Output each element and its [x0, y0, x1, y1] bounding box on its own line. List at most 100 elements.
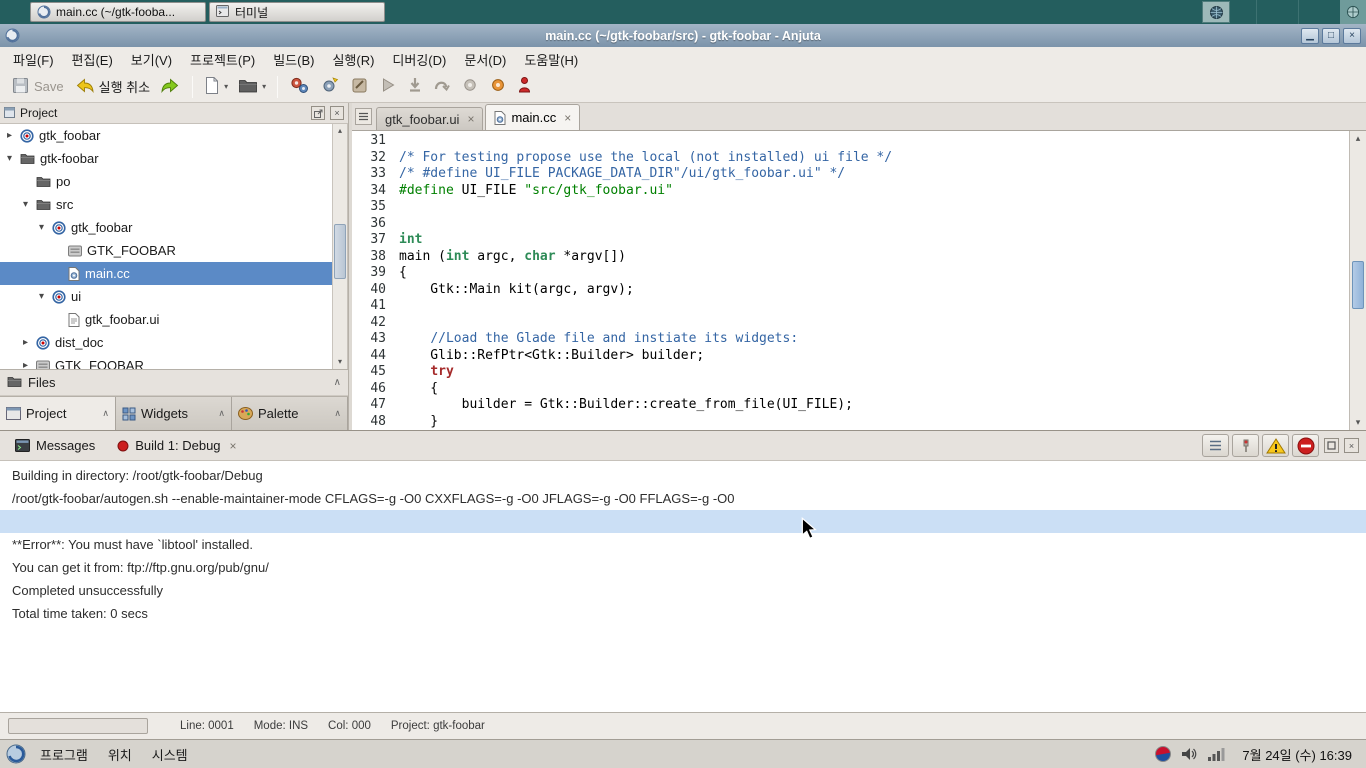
code-line[interactable]: 42	[352, 315, 1366, 332]
message-row[interactable]: Total time taken: 0 secs	[0, 602, 1366, 625]
message-row[interactable]: /root/gtk-foobar/autogen.sh --enable-mai…	[0, 487, 1366, 510]
scroll-up-icon[interactable]: ▴	[1350, 131, 1366, 146]
scrollbar-thumb[interactable]	[1352, 261, 1364, 309]
pane-tab[interactable]: Messages	[7, 435, 103, 456]
code-line[interactable]: 48 }	[352, 414, 1366, 431]
korean-input-indicator-icon[interactable]	[1155, 746, 1172, 762]
code-line[interactable]: 41	[352, 298, 1366, 315]
expander-collapsed-icon[interactable]: ▸	[20, 360, 31, 369]
step-into-button[interactable]	[402, 73, 428, 100]
tray-network-icon[interactable]	[1340, 0, 1366, 24]
tab-close-icon[interactable]: ×	[564, 111, 571, 125]
code-line[interactable]: 38 main (int argc, char *argv[])	[352, 249, 1366, 266]
code-line[interactable]: 47 builder = Gtk::Builder::create_from_f…	[352, 397, 1366, 414]
applications-menu-icon[interactable]	[6, 744, 26, 764]
menubar-item[interactable]: 실행(R)	[323, 47, 383, 72]
expander-collapsed-icon[interactable]: ▸	[20, 337, 31, 348]
editor-tab[interactable]: main.cc ×	[485, 104, 581, 130]
pane-detach-button[interactable]	[1324, 438, 1339, 453]
tab-list-button[interactable]	[355, 108, 372, 125]
panel-tab[interactable]: Widgets ∧	[116, 397, 232, 430]
tree-item[interactable]: ▸ GTK_FOOBAR	[0, 354, 347, 369]
code-line[interactable]: 35	[352, 199, 1366, 216]
code-line[interactable]: 33 /* #define UI_FILE PACKAGE_DATA_DIR"/u…	[352, 166, 1366, 183]
expander-expanded-icon[interactable]: ▾	[36, 291, 47, 302]
panel-tab[interactable]: Palette ∧	[232, 397, 348, 430]
tree-item[interactable]: ▾ ui	[0, 285, 347, 308]
code-line[interactable]: 36	[352, 216, 1366, 233]
code-line[interactable]: 34 #define UI_FILE "src/gtk_foobar.ui"	[352, 183, 1366, 200]
menubar-item[interactable]: 디버깅(D)	[383, 47, 455, 72]
pane-tab[interactable]: Build 1: Debug ×	[109, 435, 244, 456]
tree-item[interactable]: ▸ gtk_foobar	[0, 124, 347, 147]
menubar-item[interactable]: 도움말(H)	[515, 47, 587, 72]
open-file-button[interactable]: ▾	[233, 74, 271, 100]
menubar-item[interactable]: 프로젝트(P)	[181, 47, 264, 72]
tree-item[interactable]: GTK_FOOBAR	[0, 239, 347, 262]
message-row[interactable]: **Error**: You must have `libtool' insta…	[0, 533, 1366, 556]
message-row[interactable]: Building in directory: /root/gtk-foobar/…	[0, 464, 1366, 487]
errors-filter-button[interactable]	[1292, 434, 1319, 457]
clock[interactable]: 7월 24일 (수) 16:39	[1242, 745, 1352, 764]
tree-item[interactable]: gtk_foobar.ui	[0, 308, 347, 331]
code-line[interactable]: 31	[352, 133, 1366, 150]
expander-expanded-icon[interactable]: ▾	[20, 199, 31, 210]
message-view-button[interactable]	[1202, 434, 1229, 457]
menubar-item[interactable]: 문서(D)	[455, 47, 515, 72]
files-section-header[interactable]: Files ∧	[0, 369, 348, 396]
code-line[interactable]: 37 int	[352, 232, 1366, 249]
expander-collapsed-icon[interactable]: ▸	[4, 130, 15, 141]
menubar-item[interactable]: 편집(E)	[63, 47, 122, 72]
desktop-menu-item[interactable]: 프로그램	[30, 745, 98, 764]
step-over-button[interactable]	[428, 74, 456, 99]
close-button[interactable]: ×	[1343, 27, 1361, 44]
desktop-menu-item[interactable]: 위치	[98, 745, 142, 764]
taskbar-window-button[interactable]: 터미널	[209, 2, 385, 22]
menubar-item[interactable]: 보기(V)	[122, 47, 181, 72]
redo-button[interactable]	[155, 73, 186, 101]
undo-button[interactable]: 실행 취소	[69, 73, 155, 101]
editor-scrollbar[interactable]: ▴ ▾	[1349, 131, 1366, 430]
code-line[interactable]: 43 //Load the Glade file and instiate it…	[352, 331, 1366, 348]
scroll-up-icon[interactable]: ▴	[333, 124, 347, 138]
volume-icon[interactable]	[1180, 746, 1198, 762]
pin-message-button[interactable]	[1232, 434, 1259, 457]
pane-close-button[interactable]: ×	[330, 106, 344, 120]
tree-item[interactable]: ▾ src	[0, 193, 347, 216]
pane-detach-button[interactable]	[311, 106, 325, 120]
tree-item[interactable]: ▾ gtk_foobar	[0, 216, 347, 239]
clean-button[interactable]	[345, 73, 374, 101]
code-line[interactable]: 44 Glib::RefPtr<Gtk::Builder> builder;	[352, 348, 1366, 365]
save-button[interactable]: Save	[6, 73, 69, 101]
build-button[interactable]	[284, 73, 315, 101]
new-file-button[interactable]: ▾	[199, 73, 233, 101]
project-tree-scrollbar[interactable]: ▴ ▾	[332, 124, 347, 369]
tree-item[interactable]: main.cc	[0, 262, 347, 285]
rebuild-button[interactable]	[315, 73, 345, 101]
code-line[interactable]: 39 {	[352, 265, 1366, 282]
maximize-button[interactable]: □	[1322, 27, 1340, 44]
code-line[interactable]: 45 try	[352, 364, 1366, 381]
tree-item[interactable]: po	[0, 170, 347, 193]
tree-item[interactable]: ▸ dist_doc	[0, 331, 347, 354]
editor-body[interactable]: 31 32 /* For testing propose use the local…	[352, 131, 1366, 430]
minimize-button[interactable]: ▁	[1301, 27, 1319, 44]
tab-close-icon[interactable]: ×	[467, 112, 474, 126]
message-row[interactable]	[0, 510, 1366, 533]
expander-expanded-icon[interactable]: ▾	[4, 153, 15, 164]
scroll-down-icon[interactable]: ▾	[333, 355, 347, 369]
tab-close-icon[interactable]: ×	[230, 439, 237, 453]
pane-close-button[interactable]: ×	[1344, 438, 1359, 453]
code-line[interactable]: 40 Gtk::Main kit(argc, argv);	[352, 282, 1366, 299]
message-row[interactable]: Completed unsuccessfully	[0, 579, 1366, 602]
expander-expanded-icon[interactable]: ▾	[36, 222, 47, 233]
code-line[interactable]: 46 {	[352, 381, 1366, 398]
editor-tab[interactable]: gtk_foobar.ui ×	[376, 107, 484, 130]
scroll-down-icon[interactable]: ▾	[1350, 415, 1366, 430]
panel-tab[interactable]: Project ∧	[0, 397, 116, 430]
tree-item[interactable]: ▾ gtk-foobar	[0, 147, 347, 170]
menubar-item[interactable]: 파일(F)	[4, 47, 63, 72]
desktop-menu-item[interactable]: 시스템	[142, 745, 198, 764]
scrollbar-thumb[interactable]	[334, 224, 346, 279]
warnings-filter-button[interactable]	[1262, 434, 1289, 457]
